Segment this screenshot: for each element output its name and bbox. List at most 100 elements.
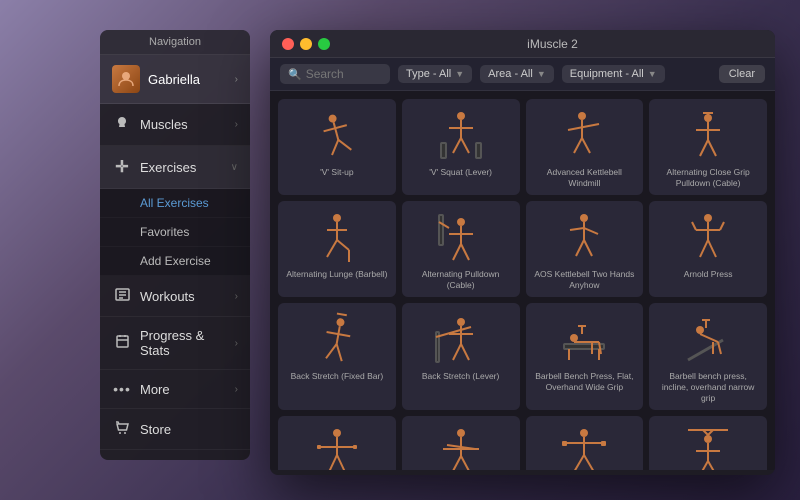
exercise-grid-container[interactable]: 'V' Sit-up (270, 91, 775, 470)
muscles-chevron-icon: › (235, 119, 238, 130)
more-chevron-icon: › (235, 384, 238, 395)
exercise-card[interactable]: Barbell Clean and Jerk (526, 416, 644, 470)
workouts-icon (112, 287, 132, 305)
sidebar-item-muscles[interactable]: Muscles › (100, 104, 250, 146)
search-input[interactable] (306, 67, 386, 81)
fullscreen-button[interactable] (318, 38, 330, 50)
more-icon: ••• (112, 381, 132, 397)
sidebar-item-all-exercises[interactable]: All Exercises (100, 189, 250, 218)
progress-icon (112, 334, 132, 352)
exercise-name: Alternating Lunge (Barbell) (286, 269, 387, 280)
search-icon: 🔍 (288, 68, 302, 81)
progress-label: Progress & Stats (140, 328, 235, 358)
traffic-lights (282, 38, 330, 50)
exercise-figure (426, 105, 496, 165)
sidebar-item-progress[interactable]: Progress & Stats › (100, 317, 250, 370)
equipment-dropdown-arrow-icon: ▼ (648, 69, 657, 79)
exercise-card[interactable]: Barbell clean (402, 416, 520, 470)
workouts-chevron-icon: › (235, 291, 238, 302)
exercise-figure (302, 207, 372, 267)
clear-button[interactable]: Clear (719, 65, 765, 83)
user-name: Gabriella (148, 72, 235, 87)
exercise-grid: 'V' Sit-up (278, 99, 767, 470)
store-label: Store (140, 422, 238, 437)
exercise-card[interactable]: AOS Kettlebell Two Hands Anyhow (526, 201, 644, 297)
close-button[interactable] (282, 38, 294, 50)
type-dropdown[interactable]: Type - All ▼ (398, 65, 472, 83)
equipment-label: Equipment - All (570, 68, 644, 80)
exercise-card[interactable]: Barbell bench press, incline, underhand … (278, 416, 396, 470)
exercise-name: Alternating Close Grip Pulldown (Cable) (655, 167, 761, 189)
exercise-figure (549, 207, 619, 267)
exercise-name: Arnold Press (684, 269, 733, 280)
exercise-card[interactable]: Advanced Kettlebell Windmill (526, 99, 644, 195)
exercise-figure (302, 422, 372, 470)
exercise-card[interactable]: Alternating Pulldown (Cable) (402, 201, 520, 297)
area-label: Area - All (488, 68, 533, 80)
window-toolbar: 🔍 Type - All ▼ Area - All ▼ Equipment - … (270, 58, 775, 91)
workouts-label: Workouts (140, 289, 235, 304)
area-dropdown[interactable]: Area - All ▼ (480, 65, 554, 83)
more-label: More (140, 382, 235, 397)
exercise-card[interactable]: Arnold Press (649, 201, 767, 297)
exercise-figure (302, 309, 372, 369)
minimize-button[interactable] (300, 38, 312, 50)
sidebar-item-exercises[interactable]: ✛ Exercises ∨ (100, 146, 250, 189)
nav-title: Navigation (100, 30, 250, 55)
exercise-name: Barbell bench press, incline, overhand n… (655, 371, 761, 404)
exercises-icon: ✛ (112, 157, 132, 177)
sidebar-item-add-exercise[interactable]: Add Exercise (100, 247, 250, 276)
sidebar-item-favorites[interactable]: Favorites (100, 218, 250, 247)
type-dropdown-arrow-icon: ▼ (455, 69, 464, 79)
exercises-chevron-icon: ∨ (231, 162, 238, 173)
nav-user-item[interactable]: Gabriella › (100, 55, 250, 104)
exercise-name: Advanced Kettlebell Windmill (532, 167, 638, 189)
navigation-panel: Navigation Gabriella › Muscles › ✛ Exerc… (100, 30, 250, 460)
exercise-figure (673, 422, 743, 470)
exercise-card[interactable]: 'V' Sit-up (278, 99, 396, 195)
exercise-figure (549, 105, 619, 165)
exercise-card[interactable]: Back Stretch (Lever) (402, 303, 520, 410)
exercises-label: Exercises (140, 160, 231, 175)
exercise-figure (426, 309, 496, 369)
window-title: iMuscle 2 (342, 37, 763, 51)
exercise-name: Barbell Bench Press, Flat, Overhand Wide… (532, 371, 638, 393)
exercise-figure (302, 105, 372, 165)
exercise-card[interactable]: Back Stretch (Fixed Bar) (278, 303, 396, 410)
exercise-figure (426, 422, 496, 470)
exercise-card[interactable]: Barbell Bench Press, Flat, Overhand Wide… (526, 303, 644, 410)
type-label: Type - All (406, 68, 451, 80)
exercise-card[interactable]: 'V' Squat (Lever) (402, 99, 520, 195)
store-icon (112, 420, 132, 438)
exercise-figure (426, 207, 496, 267)
exercise-card[interactable]: Barbell Clean, Hang (649, 416, 767, 470)
exercise-name: 'V' Sit-up (320, 167, 353, 178)
exercise-name: AOS Kettlebell Two Hands Anyhow (532, 269, 638, 291)
exercise-name: Back Stretch (Lever) (422, 371, 499, 382)
exercise-name: Alternating Pulldown (Cable) (408, 269, 514, 291)
exercise-figure (673, 105, 743, 165)
exercise-figure (549, 309, 619, 369)
window-titlebar: iMuscle 2 (270, 30, 775, 58)
exercise-card[interactable]: Barbell bench press, incline, overhand n… (649, 303, 767, 410)
exercise-figure (549, 422, 619, 470)
exercise-figure (673, 309, 743, 369)
exercise-name: 'V' Squat (Lever) (429, 167, 492, 178)
sidebar-item-more[interactable]: ••• More › (100, 370, 250, 409)
equipment-dropdown[interactable]: Equipment - All ▼ (562, 65, 665, 83)
exercise-card[interactable]: Alternating Lunge (Barbell) (278, 201, 396, 297)
sidebar-item-workouts[interactable]: Workouts › (100, 276, 250, 317)
exercise-card[interactable]: Alternating Close Grip Pulldown (Cable) (649, 99, 767, 195)
exercises-sub-menu: All Exercises Favorites Add Exercise (100, 189, 250, 276)
user-avatar (112, 65, 140, 93)
search-box[interactable]: 🔍 (280, 64, 390, 84)
muscles-label: Muscles (140, 117, 235, 132)
user-chevron-icon: › (235, 74, 238, 85)
exercise-figure (673, 207, 743, 267)
progress-chevron-icon: › (235, 338, 238, 349)
exercise-name: Back Stretch (Fixed Bar) (291, 371, 384, 382)
main-window: iMuscle 2 🔍 Type - All ▼ Area - All ▼ Eq… (270, 30, 775, 475)
muscles-icon (112, 115, 132, 134)
area-dropdown-arrow-icon: ▼ (537, 69, 546, 79)
sidebar-item-store[interactable]: Store (100, 409, 250, 450)
